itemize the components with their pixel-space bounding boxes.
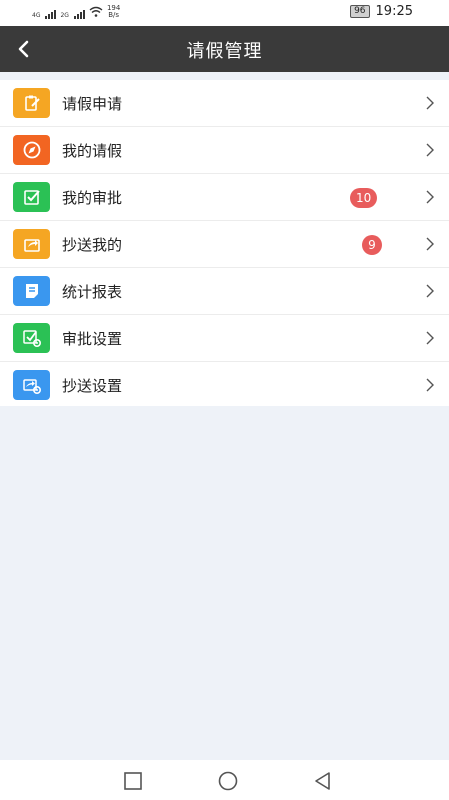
chevron-right-icon	[426, 190, 434, 204]
system-nav-bar	[0, 760, 449, 800]
clipboard-edit-icon	[13, 88, 50, 118]
menu-item-label: 请假申请	[62, 95, 123, 113]
share-icon	[13, 229, 50, 259]
menu-item-my-leave[interactable]: 我的请假	[0, 127, 449, 174]
system-back-button[interactable]	[312, 770, 334, 792]
share-gear-icon	[13, 370, 50, 400]
signal-icon-2	[73, 9, 85, 19]
chevron-right-icon	[426, 378, 434, 392]
circle-icon	[218, 771, 238, 791]
menu-item-leave-apply[interactable]: 请假申请	[0, 80, 449, 127]
check-square-icon	[13, 182, 50, 212]
page-title: 请假管理	[186, 41, 263, 62]
compass-icon	[13, 135, 50, 165]
square-icon	[124, 772, 142, 790]
title-bar: 请假管理	[0, 26, 449, 72]
recent-apps-button[interactable]	[122, 770, 144, 792]
menu-item-label: 抄送我的	[62, 236, 123, 254]
chevron-right-icon	[426, 96, 434, 110]
home-button[interactable]	[217, 770, 239, 792]
unread-badge: 10	[350, 188, 378, 208]
menu-item-approval-settings[interactable]: 审批设置	[0, 315, 449, 362]
menu-item-cc-me[interactable]: 抄送我的 9	[0, 221, 449, 268]
status-left: 4G 2G 194 B/s	[32, 5, 120, 19]
menu-item-label: 统计报表	[62, 283, 123, 301]
chevron-right-icon	[426, 237, 434, 251]
chevron-right-icon	[426, 143, 434, 157]
triangle-back-icon	[315, 772, 330, 790]
check-gear-icon	[13, 323, 50, 353]
menu-item-cc-settings[interactable]: 抄送设置	[0, 362, 449, 408]
menu-list: 请假申请 我的请假 我的审批 10 抄送我的 9 统计报表 审批设置 抄送设置	[0, 80, 449, 408]
report-icon	[13, 276, 50, 306]
menu-item-label: 我的审批	[62, 189, 123, 207]
network-type-1: 4G	[32, 12, 41, 19]
unread-badge: 9	[362, 235, 382, 255]
status-right: 96 19:25	[350, 4, 413, 19]
chevron-right-icon	[426, 284, 434, 298]
status-bar: 4G 2G 194 B/s 96 19:25	[0, 0, 449, 26]
menu-item-label: 抄送设置	[62, 377, 123, 395]
menu-item-label: 审批设置	[62, 330, 123, 348]
chevron-right-icon	[426, 331, 434, 345]
net-speed: 194 B/s	[107, 5, 120, 19]
clock: 19:25	[375, 4, 413, 19]
battery-indicator: 96	[350, 5, 370, 18]
network-type-2: 2G	[60, 12, 69, 19]
wifi-icon	[89, 6, 103, 19]
signal-icon	[45, 9, 57, 19]
empty-content-area	[0, 406, 449, 760]
menu-item-my-approval[interactable]: 我的审批 10	[0, 174, 449, 221]
menu-item-stats-report[interactable]: 统计报表	[0, 268, 449, 315]
net-speed-unit: B/s	[108, 11, 120, 19]
menu-item-label: 我的请假	[62, 142, 123, 160]
